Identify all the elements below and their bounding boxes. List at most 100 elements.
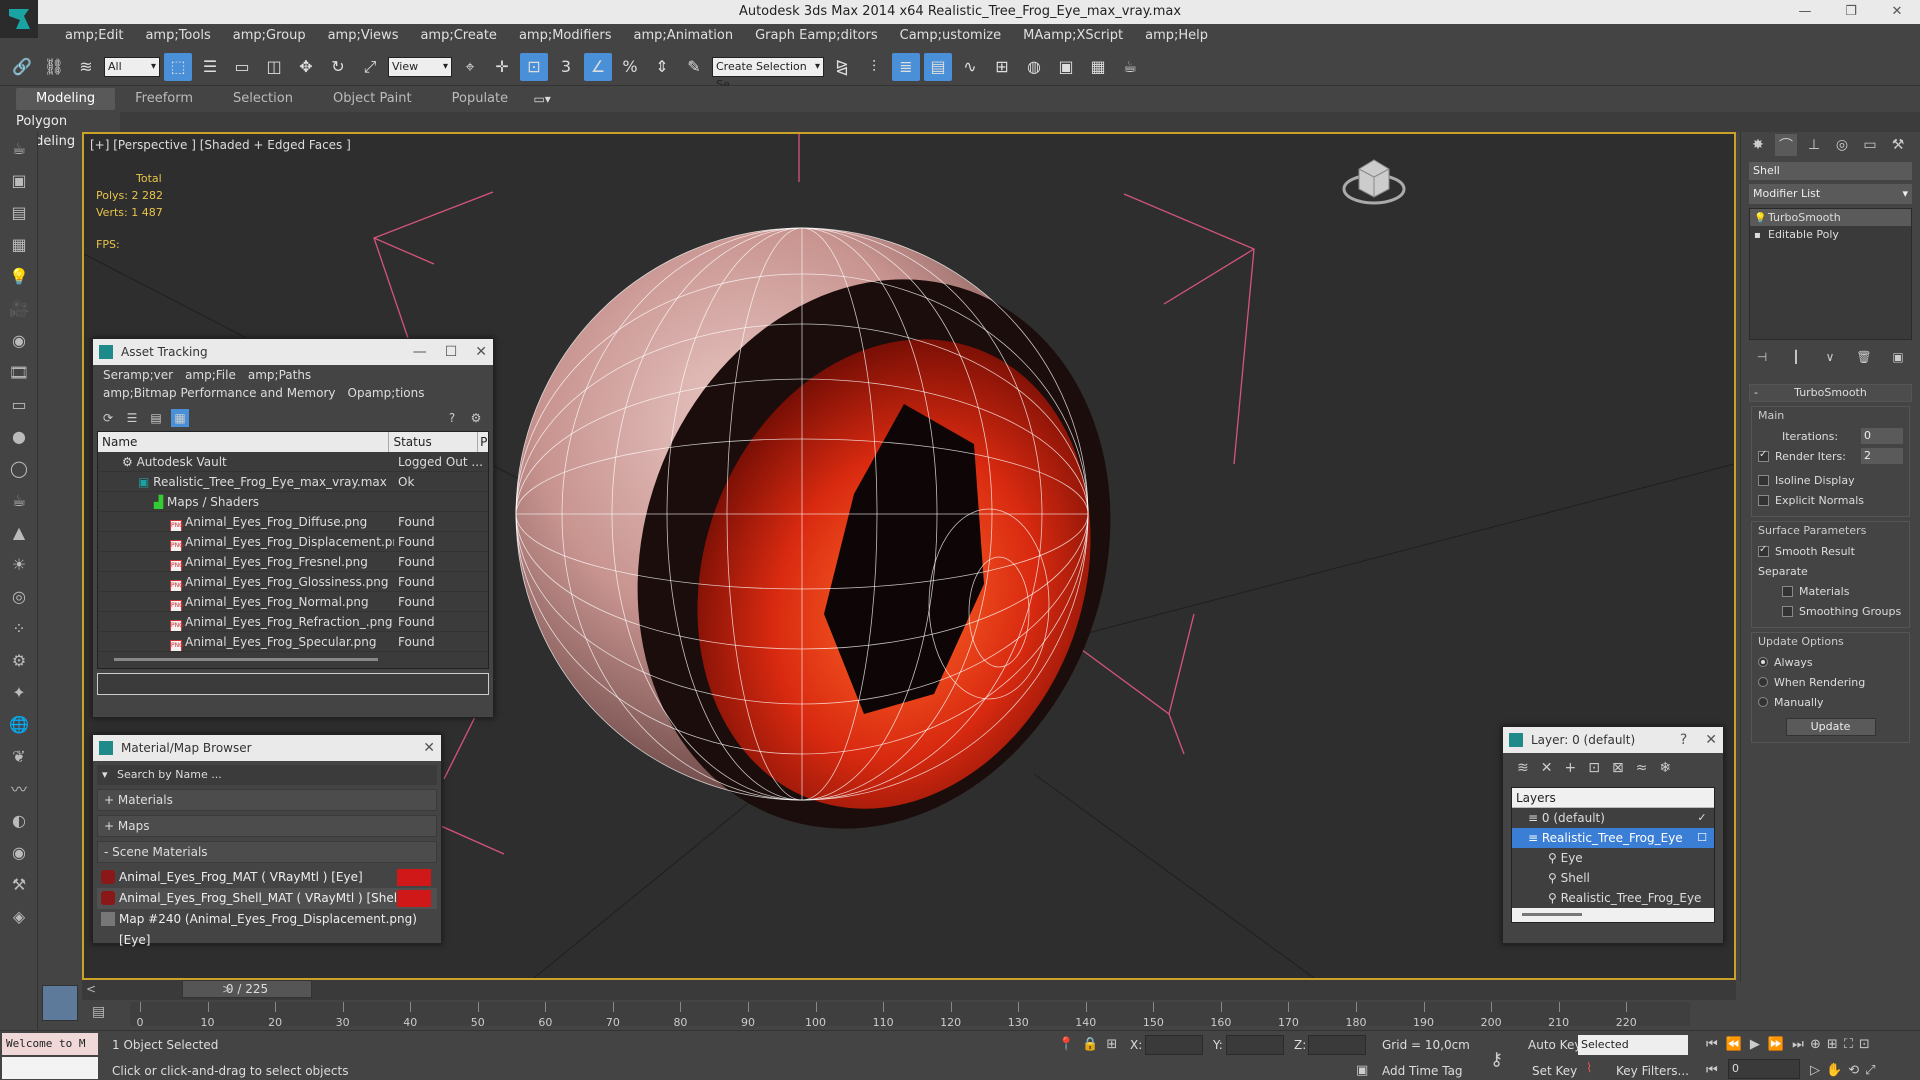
viewcube-icon[interactable]	[1342, 159, 1406, 205]
ref-coord-dropdown[interactable]: View	[388, 56, 452, 77]
prev-key-icon[interactable]: ⏪	[1726, 1037, 1742, 1052]
help-icon[interactable]: ?	[1680, 727, 1687, 753]
select-object-icon[interactable]: ⬚	[164, 52, 192, 81]
track-bar[interactable]: 0 10 20 30 40 50 60 70 80 90 100 110 120 130 140 150 160…	[130, 1002, 1690, 1029]
go-to-start-icon[interactable]: ⏮	[1706, 1037, 1718, 1052]
scale-icon[interactable]: ⤢	[356, 53, 384, 81]
add-time-tag-button[interactable]: Add Time Tag	[1382, 1064, 1463, 1078]
box-icon[interactable]: ▣	[0, 164, 38, 196]
remove-modifier-icon[interactable]: 🗑	[1853, 350, 1875, 368]
close-icon[interactable]: ✕	[475, 339, 487, 365]
layer-object-eye[interactable]: ⚲ Eye	[1512, 848, 1714, 868]
maxscript-input[interactable]	[2, 1057, 98, 1079]
smooth-result-checkbox[interactable]	[1758, 544, 1769, 557]
zoom-all-icon[interactable]: ⊞	[1827, 1037, 1838, 1052]
list-item[interactable]: Map #240 (Animal_Eyes_Frog_Displacement.…	[97, 909, 437, 947]
document-icon[interactable]: ▤	[0, 196, 38, 228]
table-view-icon[interactable]: ▦	[171, 409, 189, 427]
next-frame-icon[interactable]: >	[222, 982, 232, 996]
render-setup-icon[interactable]: ▣	[1052, 53, 1080, 81]
sound-icon[interactable]: ◉	[0, 324, 38, 356]
render-icon[interactable]: ◈	[0, 900, 38, 932]
tab-modeling[interactable]: Modeling	[16, 88, 116, 110]
minimize-icon[interactable]: —	[1782, 0, 1828, 24]
tab-populate[interactable]: Populate	[432, 88, 529, 110]
move-icon[interactable]: ✥	[292, 53, 320, 81]
key-filters-button[interactable]: Key Filters...	[1616, 1064, 1689, 1078]
orbit-icon[interactable]: ⟲	[1848, 1063, 1859, 1078]
sphere-icon[interactable]: ●	[0, 420, 38, 452]
utilities-tab-icon[interactable]: ⚒	[1887, 134, 1909, 156]
thumbnail-view-icon[interactable]: ▤	[147, 409, 165, 427]
configure-sets-icon[interactable]: ▣	[1887, 350, 1909, 368]
close-icon[interactable]: ✕	[423, 735, 435, 761]
menu-animation[interactable]: amp;Animation	[623, 24, 745, 48]
tab-freeform[interactable]: Freeform	[115, 88, 213, 110]
refresh-icon[interactable]: ⟳	[99, 409, 117, 427]
tab-object-paint[interactable]: Object Paint	[313, 88, 432, 110]
menu-file[interactable]: amp;File	[179, 367, 242, 385]
select-manipulate-icon[interactable]: ✛	[488, 53, 516, 81]
settings-icon[interactable]: ⚙	[467, 409, 485, 427]
particles-icon[interactable]: ⁘	[0, 612, 38, 644]
x-coordinate-field[interactable]	[1145, 1035, 1203, 1055]
set-active-box-icon[interactable]: ☐	[1696, 832, 1708, 844]
isolate-icon[interactable]: 📍	[1058, 1037, 1074, 1052]
active-layer-check-icon[interactable]: ✓	[1696, 812, 1708, 824]
pin-stack-icon[interactable]: ⊣	[1751, 350, 1773, 368]
update-button[interactable]: Update	[1785, 718, 1876, 736]
dynamics-icon[interactable]: ⚙	[0, 644, 38, 676]
table-row[interactable]: ▣ Realistic_Tree_Frog_Eye_max_vray.max Ok	[98, 472, 488, 492]
motion-tab-icon[interactable]: ◎	[1831, 134, 1853, 156]
percent-snap-icon[interactable]: %	[616, 53, 644, 81]
table-row[interactable]: ⚙ Autodesk Vault Logged Out ...	[98, 452, 488, 472]
make-unique-icon[interactable]: ∨	[1819, 350, 1841, 368]
table-row[interactable]: PNGAnimal_Eyes_Frog_Fresnel.png Found	[98, 552, 488, 572]
mirror-icon[interactable]: ⧎	[828, 53, 856, 81]
material-editor-icon[interactable]: ◍	[1020, 53, 1048, 81]
layer-object-frog-eye[interactable]: ⚲ Realistic_Tree_Frog_Eye	[1512, 888, 1714, 908]
separate-materials-checkbox[interactable]	[1782, 585, 1793, 597]
go-to-end-icon[interactable]: ⏭	[1792, 1037, 1804, 1052]
curve-editor-icon[interactable]: ∿	[956, 53, 984, 81]
sun-icon[interactable]: ☀	[0, 548, 38, 580]
menu-graph-editors[interactable]: Graph Eamp;ditors	[744, 24, 889, 48]
modify-tab-icon[interactable]: ⌒	[1775, 134, 1797, 156]
tab-selection[interactable]: Selection	[213, 88, 313, 110]
maximize-viewport-icon[interactable]: ⤢	[1865, 1063, 1875, 1078]
iterations-spinner[interactable]: 0	[1861, 428, 1903, 444]
selection-filter-dropdown[interactable]: All	[104, 56, 160, 77]
table-row[interactable]: PNGAnimal_Eyes_Frog_Displacement.png Foun…	[98, 532, 488, 552]
zoom-extents-all-icon[interactable]: ⊡	[1859, 1037, 1870, 1052]
rotate-icon[interactable]: ↻	[324, 53, 352, 81]
table-row[interactable]: PNGAnimal_Eyes_Frog_Normal.png Found	[98, 592, 488, 612]
explicit-normals-checkbox[interactable]	[1758, 494, 1769, 506]
circle-icon[interactable]: ◯	[0, 452, 38, 484]
isoline-display-checkbox[interactable]	[1758, 474, 1769, 486]
rock-icon[interactable]: ◐	[0, 804, 38, 836]
table-row[interactable]: PNGAnimal_Eyes_Frog_Specular.png Found	[98, 632, 488, 652]
column-name[interactable]: Name	[98, 432, 390, 452]
mini-curve-editor-icon[interactable]	[42, 985, 78, 1021]
lock-selection-icon[interactable]: 🔒	[1082, 1037, 1098, 1052]
prev-frame-icon[interactable]: <	[86, 982, 96, 996]
asset-path-input[interactable]	[97, 673, 489, 695]
auto-key-button[interactable]: Auto Key	[1528, 1038, 1581, 1052]
separate-smoothing-groups-checkbox[interactable]	[1782, 605, 1793, 617]
viewport-label[interactable]: [+] [Perspective ] [Shaded + Edged Faces…	[90, 138, 351, 152]
globe-icon[interactable]: 🌐	[0, 708, 38, 740]
sphere2-icon[interactable]: ◉	[0, 836, 38, 868]
menu-customize[interactable]: Camp;ustomize	[889, 24, 1013, 48]
rect-selection-icon[interactable]: ▭	[228, 53, 256, 81]
track-view-icon[interactable]: ▤	[92, 1004, 105, 1020]
add-layer-icon[interactable]: +	[1564, 760, 1576, 776]
render-teapot-icon[interactable]: ☕	[1116, 53, 1144, 81]
menu-tools[interactable]: amp;Tools	[134, 24, 221, 48]
polygon-modeling-label[interactable]: Polygon Modeling	[0, 112, 120, 149]
table-row[interactable]: PNGAnimal_Eyes_Frog_Diffuse.png Found	[98, 512, 488, 532]
hide-layers-icon[interactable]: ≈	[1636, 760, 1648, 776]
turbosmooth-rollout[interactable]: - TurboSmooth	[1749, 384, 1912, 402]
play-icon[interactable]: ▶	[1750, 1037, 1760, 1052]
layer-manager-icon[interactable]: ≣	[892, 52, 920, 81]
freeze-layers-icon[interactable]: ❄	[1659, 760, 1671, 776]
